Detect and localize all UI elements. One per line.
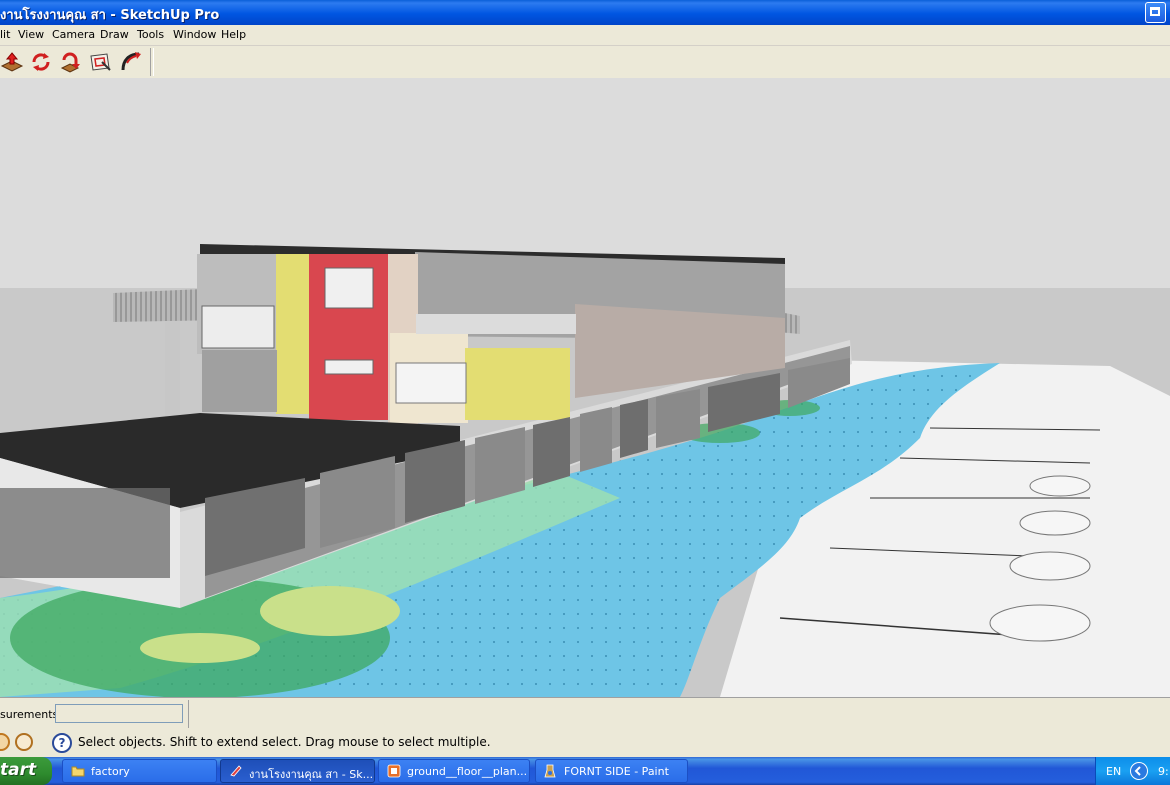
measurements-label: surements (0, 708, 59, 721)
task-label: factory (91, 765, 130, 778)
offset-icon[interactable] (88, 50, 112, 74)
measurements-field[interactable] (55, 704, 183, 723)
model-scene (0, 78, 1170, 697)
clock: 9: (1158, 765, 1169, 778)
title-bar: งานโรงงานคุณ สา - SketchUp Pro (0, 0, 1170, 25)
tape-measure-icon[interactable] (119, 50, 143, 74)
credits-icon[interactable] (15, 733, 33, 751)
push-pull-icon[interactable] (0, 50, 24, 74)
menu-edit[interactable]: lit (0, 28, 10, 41)
menu-draw[interactable]: Draw (100, 28, 129, 41)
task-label: งานโรงงานคุณ สา - Sk... (249, 768, 374, 781)
status-bar: ? Select objects. Shift to extend select… (0, 728, 1170, 757)
task-layout[interactable]: ground__floor__plan... (378, 759, 530, 783)
task-factory[interactable]: factory (62, 759, 217, 783)
tray-arrow-icon[interactable] (1130, 762, 1148, 780)
follow-me-icon[interactable] (58, 50, 82, 74)
geolocation-icon[interactable] (0, 733, 10, 751)
toolbar-separator (150, 48, 154, 76)
window-title: งานโรงงานคุณ สา - SketchUp Pro (0, 8, 220, 23)
menu-bar: lit View Camera Draw Tools Window Help (0, 25, 1170, 46)
task-label: ground__floor__plan... (407, 765, 528, 778)
model-viewport[interactable] (0, 78, 1170, 697)
menu-camera[interactable]: Camera (52, 28, 95, 41)
taskbar: tart factory งานโรงงานคุณ สา - Sk... gro… (0, 757, 1170, 785)
toolbar (0, 46, 1170, 79)
sketchup-icon (229, 764, 243, 778)
measurements-bar: surements (0, 697, 1170, 729)
restore-icon (1150, 7, 1160, 16)
start-button[interactable]: tart (0, 757, 52, 785)
menu-tools[interactable]: Tools (137, 28, 164, 41)
menu-window[interactable]: Window (173, 28, 216, 41)
start-label: tart (0, 760, 37, 780)
layout-icon (387, 764, 401, 778)
status-message: Select objects. Shift to extend select. … (78, 735, 491, 749)
language-indicator[interactable]: EN (1106, 765, 1121, 778)
folder-icon (71, 764, 85, 778)
status-separator (188, 700, 189, 728)
task-label: FORNT SIDE - Paint (564, 765, 669, 778)
menu-view[interactable]: View (18, 28, 44, 41)
menu-help[interactable]: Help (221, 28, 246, 41)
paint-icon (544, 764, 558, 778)
rotate-icon[interactable] (29, 50, 53, 74)
task-paint[interactable]: FORNT SIDE - Paint (535, 759, 688, 783)
task-sketchup[interactable]: งานโรงงานคุณ สา - Sk... (220, 759, 375, 783)
help-icon[interactable]: ? (52, 733, 72, 753)
restore-button[interactable] (1145, 2, 1166, 23)
